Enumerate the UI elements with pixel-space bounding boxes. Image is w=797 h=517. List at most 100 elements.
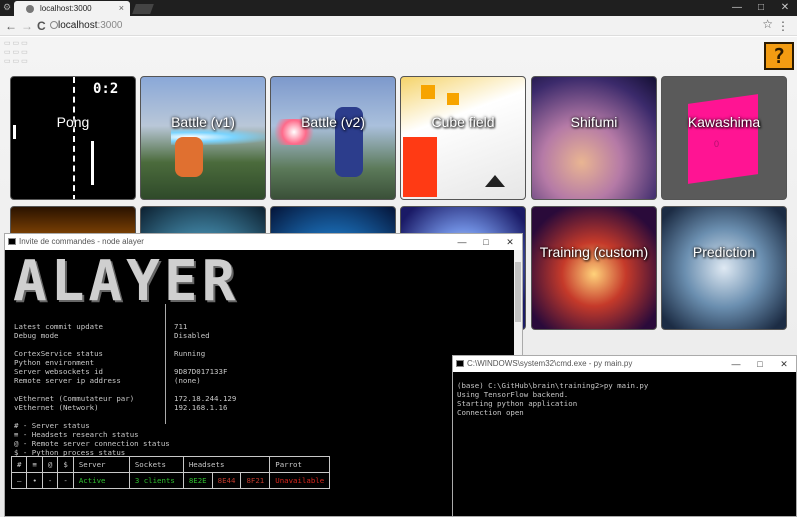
value-label: 711 xyxy=(174,322,188,331)
tab-title: localhost:3000 xyxy=(40,4,92,13)
cmd-window-python[interactable]: C:\WINDOWS\system32\cmd.exe - py main.py… xyxy=(452,355,797,517)
table-cell: - xyxy=(57,472,74,489)
table-header: Parrot xyxy=(269,456,331,473)
value-label: 9D87D017133F xyxy=(174,367,228,376)
table-cell: • xyxy=(26,472,43,489)
key-label: Latest commit update xyxy=(14,322,103,331)
window-titlebar[interactable]: C:\WINDOWS\system32\cmd.exe - py main.py… xyxy=(453,356,796,372)
url-port: :3000 xyxy=(97,20,123,31)
tile-label: Training (custom) xyxy=(539,244,649,260)
tile-label: Cube field xyxy=(431,114,495,130)
browser-toolbar: ← → C localhost:3000 ☆ ⋮ xyxy=(0,16,797,36)
cube-shape xyxy=(421,85,435,99)
value-label: 172.18.244.129 xyxy=(174,394,237,403)
tile-label: Shifumi xyxy=(570,114,618,130)
key-label: Python environment xyxy=(14,358,95,367)
tile-pong[interactable]: 0:2 Pong xyxy=(10,76,136,200)
table-header: Headsets xyxy=(182,456,271,473)
forward-icon[interactable]: → xyxy=(21,17,33,35)
table-header-row: # ≡ @ $ Server Sockets Headsets Parrot xyxy=(10,456,331,473)
pink-cube xyxy=(688,94,758,184)
headset-status: 8F21 xyxy=(240,472,271,489)
tile-label: Kawashima xyxy=(687,114,761,130)
table-header: Server xyxy=(72,456,130,473)
close-icon[interactable]: ✕ xyxy=(498,234,522,250)
console-line: Starting python application xyxy=(457,399,578,408)
value-label: Disabled xyxy=(174,331,210,340)
stats-overlay: ▭ ▭ ▭ ▭ ▭ ▭ ▭ ▭ ▭ xyxy=(4,40,28,65)
tile-training-custom[interactable]: Training (custom) xyxy=(531,206,657,330)
cube-shape xyxy=(447,93,459,105)
reload-icon[interactable]: C xyxy=(37,17,46,35)
tile-label: Battle (v1) xyxy=(171,114,235,130)
table-cell: - xyxy=(41,472,59,489)
maximize-icon[interactable]: □ xyxy=(474,234,498,250)
table-row: — • - - Active 3 clients 8E2E 8E44 8F21 … xyxy=(10,472,331,489)
tile-cube-field[interactable]: Cube field xyxy=(400,76,526,200)
legend-line: # - Server status xyxy=(14,421,90,430)
question-block-button[interactable]: ? xyxy=(764,42,794,70)
address-bar[interactable]: localhost:3000 xyxy=(58,19,123,33)
cmd-icon xyxy=(8,238,16,245)
value-label: (none) xyxy=(174,376,201,385)
pong-net xyxy=(73,77,75,199)
legend-line: ≡ - Headsets research status xyxy=(14,430,139,439)
tile-prediction[interactable]: Prediction xyxy=(661,206,787,330)
new-tab-button[interactable] xyxy=(132,4,154,14)
key-label: Remote server ip address xyxy=(14,376,121,385)
table-header: $ xyxy=(57,456,74,473)
parrot-status: Unavailable xyxy=(269,472,331,489)
pong-score: 0:2 xyxy=(93,81,119,97)
maximize-icon[interactable]: □ xyxy=(749,0,773,16)
minimize-icon[interactable]: — xyxy=(724,356,748,372)
tile-label: Prediction xyxy=(692,244,756,260)
column-separator xyxy=(165,304,166,424)
table-header: # xyxy=(10,456,28,473)
headset-status: 8E44 xyxy=(211,472,242,489)
key-label: Server websockets id xyxy=(14,367,103,376)
alayer-logo: ALAYER xyxy=(13,249,240,314)
bookmark-star-icon[interactable]: ☆ xyxy=(762,17,773,31)
cmd-window-alayer[interactable]: Invite de commandes - node alayer — □ ✕ … xyxy=(4,233,523,517)
cmd-icon xyxy=(456,360,464,367)
scrollbar-thumb[interactable] xyxy=(515,262,521,322)
console-line: Connection open xyxy=(457,408,524,417)
favicon-icon xyxy=(26,5,34,13)
menu-icon[interactable]: ⋮ xyxy=(777,16,789,36)
pong-paddle-right xyxy=(91,141,94,185)
value-label: 192.168.1.16 xyxy=(174,403,228,412)
key-label: CortexService status xyxy=(14,349,103,358)
ship-icon xyxy=(485,175,505,187)
browser-tab[interactable]: localhost:3000 × xyxy=(14,1,130,16)
tile-battle-v1[interactable]: Battle (v1) xyxy=(140,76,266,200)
info-icon[interactable] xyxy=(50,21,58,29)
status-table: # ≡ @ $ Server Sockets Headsets Parrot —… xyxy=(10,456,331,489)
window-title: Invite de commandes - node alayer xyxy=(19,237,144,246)
key-label: vEthernet (Commutateur par) xyxy=(14,394,135,403)
table-header: ≡ xyxy=(26,456,43,473)
tile-battle-v2[interactable]: Battle (v2) xyxy=(270,76,396,200)
tile-shifumi[interactable]: Shifumi xyxy=(531,76,657,200)
maximize-icon[interactable]: □ xyxy=(748,356,772,372)
window-titlebar[interactable]: Invite de commandes - node alayer — □ ✕ xyxy=(5,234,522,250)
tile-label: Pong xyxy=(56,114,90,130)
minimize-icon[interactable]: — xyxy=(725,0,749,16)
cube-face: 0 xyxy=(714,139,720,149)
tab-close-icon[interactable]: × xyxy=(119,3,124,13)
close-icon[interactable]: ✕ xyxy=(773,0,797,16)
table-header: Sockets xyxy=(128,456,184,473)
key-label: Debug mode xyxy=(14,331,59,340)
back-icon[interactable]: ← xyxy=(5,17,17,35)
key-label: vEthernet (Network) xyxy=(14,403,99,412)
legend-line: @ - Remote server connection status xyxy=(14,439,170,448)
window-title: C:\WINDOWS\system32\cmd.exe - py main.py xyxy=(467,359,633,368)
window-controls: — □ ✕ xyxy=(725,0,797,16)
minimize-icon[interactable]: — xyxy=(450,234,474,250)
cube-shape xyxy=(403,137,437,197)
value-label: Running xyxy=(174,349,206,358)
tile-label: Battle (v2) xyxy=(301,114,365,130)
table-header: @ xyxy=(41,456,59,473)
close-icon[interactable]: ✕ xyxy=(772,356,796,372)
console-line: Using TensorFlow backend. xyxy=(457,390,569,399)
tile-kawashima[interactable]: 0 Kawashima xyxy=(661,76,787,200)
